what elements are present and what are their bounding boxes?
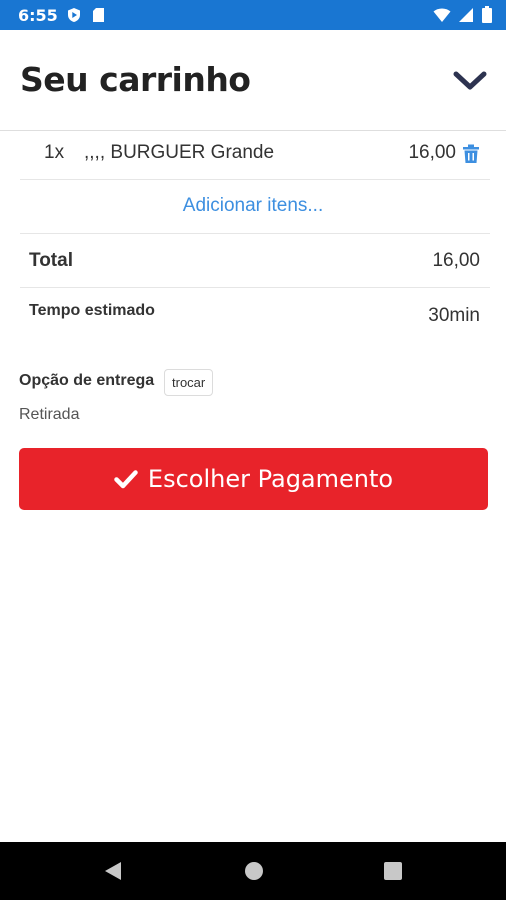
item-price: 16,00 [408,142,456,163]
delete-item-button[interactable] [462,144,480,164]
item-divider [20,179,490,180]
delivery-option-label: Opção de entrega [19,372,155,389]
sd-card-icon [93,8,104,22]
item-quantity: 1x [44,142,65,163]
change-delivery-button[interactable]: trocar [164,369,214,396]
play-protect-icon [68,8,80,22]
add-items-divider [20,233,490,234]
item-name: ,,,, BURGUER Grande [84,142,275,163]
header-divider [0,130,506,131]
choose-payment-button[interactable]: Escolher Pagamento [19,448,488,510]
check-icon [114,470,138,489]
trash-icon [463,144,479,163]
back-button[interactable] [102,860,124,882]
home-icon [245,862,263,880]
status-bar: 6:55 [0,0,506,30]
signal-icon [459,7,473,22]
back-icon [105,862,121,880]
home-button[interactable] [243,860,265,882]
wifi-icon [433,8,451,22]
recents-button[interactable] [383,861,403,881]
page-title: Seu carrinho [20,60,251,99]
status-left-icons [66,7,105,23]
status-time: 6:55 [18,6,58,25]
delivery-option-value: Retirada [19,406,80,423]
recents-icon [384,862,402,880]
chevron-down-icon [453,71,487,90]
status-right-icons [433,6,492,23]
estimated-time-value: 30min [428,305,480,326]
battery-icon [482,6,492,23]
estimated-time-label: Tempo estimado [29,302,155,319]
total-label: Total [29,250,73,271]
collapse-button[interactable] [452,66,488,96]
total-value: 16,00 [432,250,480,271]
total-divider [20,287,490,288]
navigation-bar [0,842,506,900]
cart-item-row: 1x ,,,, BURGUER Grande 16,00 [20,138,490,172]
choose-payment-label: Escolher Pagamento [147,465,394,493]
add-items-link[interactable]: Adicionar itens... [0,195,506,217]
cart-header: Seu carrinho [0,30,506,131]
